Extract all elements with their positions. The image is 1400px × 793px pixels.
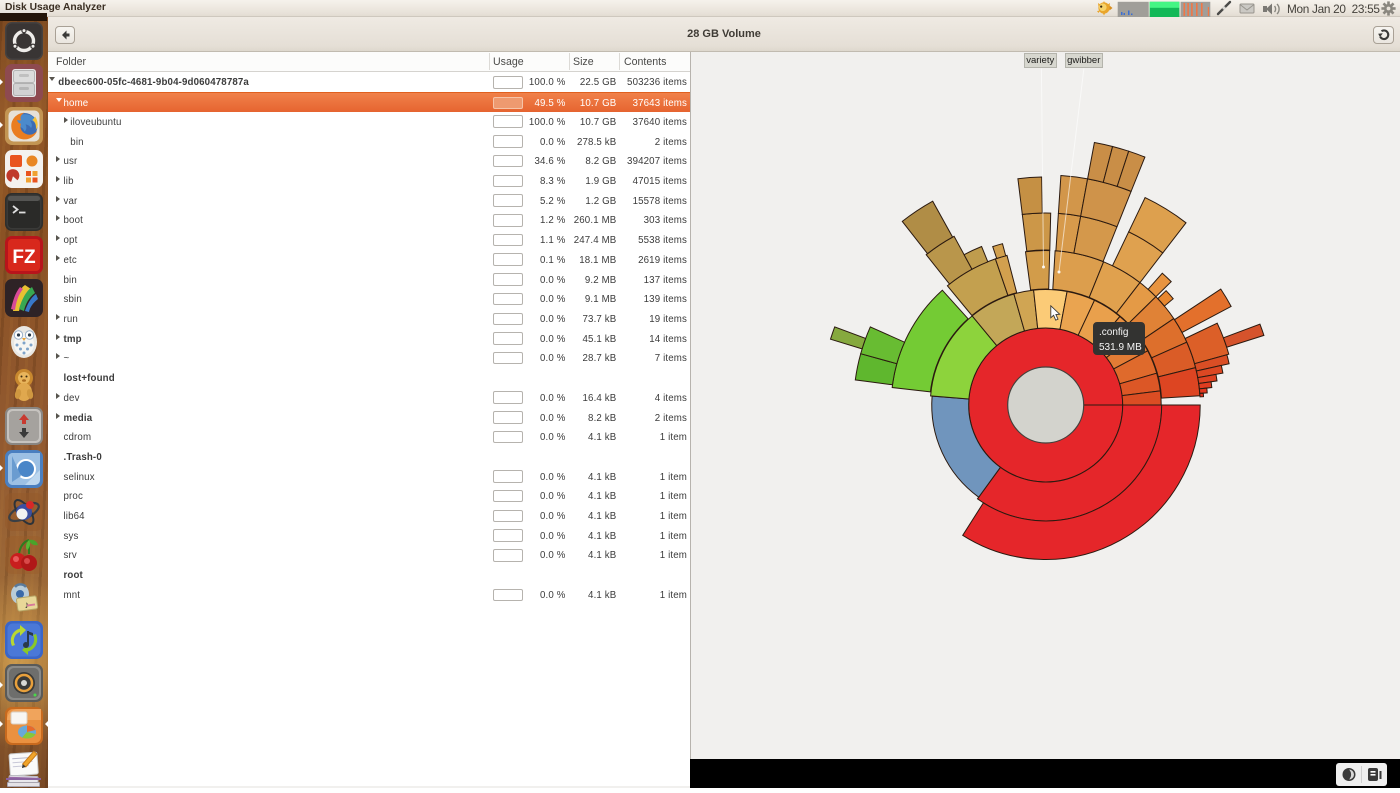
svg-text:FZ: FZ bbox=[12, 247, 36, 268]
